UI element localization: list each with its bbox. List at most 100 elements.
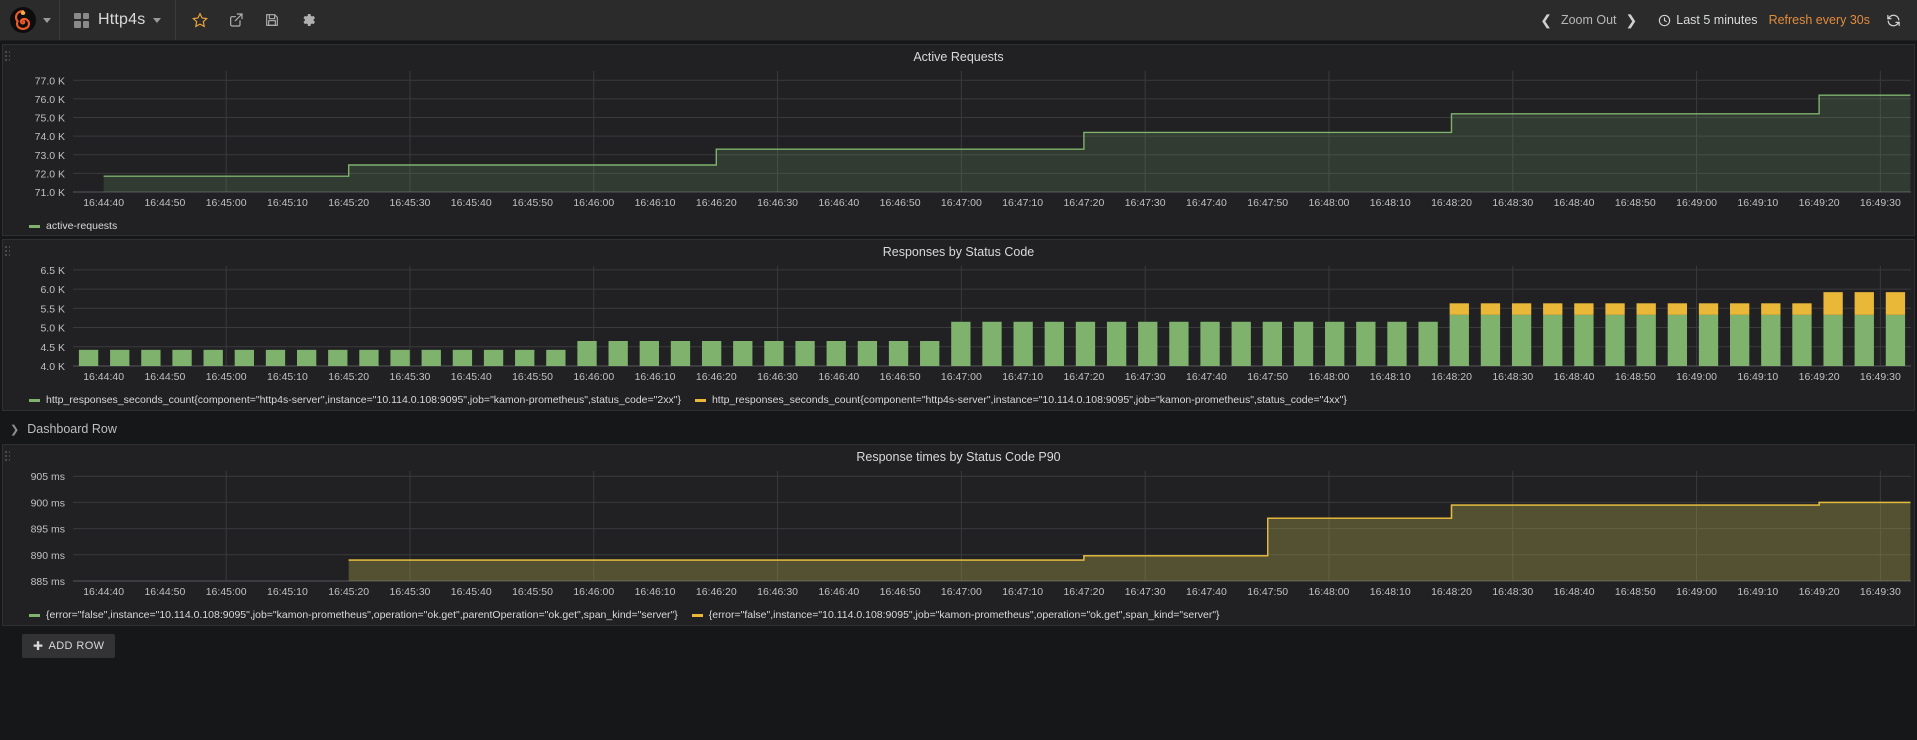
svg-text:16:46:00: 16:46:00 — [573, 586, 614, 598]
svg-text:16:47:30: 16:47:30 — [1125, 197, 1166, 209]
add-row-label: ADD ROW — [48, 640, 105, 652]
refresh-icon[interactable] — [1886, 13, 1901, 28]
svg-text:5.0 K: 5.0 K — [40, 323, 65, 335]
svg-text:16:46:20: 16:46:20 — [696, 586, 737, 598]
svg-text:16:49:30: 16:49:30 — [1860, 371, 1901, 383]
svg-text:16:46:00: 16:46:00 — [573, 197, 614, 209]
time-range-picker[interactable]: Last 5 minutes — [1658, 13, 1758, 27]
dashboard-grid-icon — [74, 12, 89, 28]
grafana-home-button[interactable] — [0, 0, 60, 40]
panel-active-requests[interactable]: Active Requests 71.0 K 72.0 K 73.0 K 74.0 K… — [2, 44, 1915, 236]
panel-drag-handle[interactable] — [5, 51, 10, 67]
svg-text:16:46:30: 16:46:30 — [757, 371, 798, 383]
svg-text:885 ms: 885 ms — [31, 576, 65, 588]
svg-text:16:45:00: 16:45:00 — [206, 586, 247, 598]
panel-drag-handle[interactable] — [5, 246, 10, 262]
svg-text:16:44:50: 16:44:50 — [144, 197, 185, 209]
svg-text:16:49:10: 16:49:10 — [1737, 371, 1778, 383]
zoom-out-button[interactable]: Zoom Out — [1561, 13, 1617, 27]
svg-text:16:48:30: 16:48:30 — [1492, 371, 1533, 383]
plot-response-times-p90: 885 ms 890 ms 895 ms 900 ms 905 ms 16:44:40 16… — [3, 467, 1914, 606]
add-row-button[interactable]: ✚ ADD ROW — [22, 634, 116, 658]
svg-text:16:48:40: 16:48:40 — [1554, 586, 1595, 598]
svg-text:16:48:30: 16:48:30 — [1492, 586, 1533, 598]
svg-text:16:45:20: 16:45:20 — [328, 586, 369, 598]
svg-text:16:48:00: 16:48:00 — [1309, 586, 1350, 598]
svg-text:16:47:10: 16:47:10 — [1002, 586, 1043, 598]
svg-text:16:45:40: 16:45:40 — [451, 586, 492, 598]
dashboard-row-title: Dashboard Row — [27, 422, 117, 436]
svg-text:16:48:10: 16:48:10 — [1370, 586, 1411, 598]
panel-responses-by-status-code[interactable]: Responses by Status Code 4.0 K 4.5 K 5.0 K… — [2, 239, 1915, 411]
svg-text:16:48:10: 16:48:10 — [1370, 197, 1411, 209]
svg-text:16:47:30: 16:47:30 — [1125, 371, 1166, 383]
svg-text:16:47:40: 16:47:40 — [1186, 586, 1227, 598]
svg-text:16:44:40: 16:44:40 — [83, 197, 124, 209]
svg-text:16:45:40: 16:45:40 — [451, 197, 492, 209]
legend-item[interactable]: http_responses_seconds_count{component="… — [694, 394, 1347, 406]
legend-color-swatch — [691, 613, 703, 617]
svg-text:16:46:30: 16:46:30 — [757, 586, 798, 598]
svg-text:16:46:10: 16:46:10 — [635, 197, 676, 209]
zoom-out-prev-icon[interactable]: ❮ — [1531, 12, 1561, 29]
svg-text:16:44:50: 16:44:50 — [144, 371, 185, 383]
svg-text:16:49:20: 16:49:20 — [1799, 197, 1840, 209]
svg-text:16:48:50: 16:48:50 — [1615, 371, 1656, 383]
svg-text:16:49:10: 16:49:10 — [1737, 197, 1778, 209]
legend-item[interactable]: http_responses_seconds_count{component="… — [29, 394, 681, 406]
svg-text:16:48:50: 16:48:50 — [1615, 197, 1656, 209]
svg-text:16:49:00: 16:49:00 — [1676, 371, 1717, 383]
save-icon[interactable] — [258, 6, 286, 34]
svg-text:16:46:20: 16:46:20 — [696, 371, 737, 383]
svg-text:4.5 K: 4.5 K — [40, 342, 65, 354]
chevron-down-icon — [153, 17, 162, 23]
svg-text:16:47:00: 16:47:00 — [941, 371, 982, 383]
svg-text:16:49:20: 16:49:20 — [1799, 586, 1840, 598]
settings-gear-icon[interactable] — [294, 6, 322, 34]
refresh-interval-label[interactable]: Refresh every 30s — [1769, 13, 1870, 27]
svg-text:16:49:00: 16:49:00 — [1676, 586, 1717, 598]
svg-text:16:44:40: 16:44:40 — [83, 371, 124, 383]
plot-active-requests: 71.0 K 72.0 K 73.0 K 74.0 K 75.0 K 76.0 K 77.0… — [3, 67, 1914, 217]
chevron-down-icon — [43, 17, 51, 23]
svg-text:900 ms: 900 ms — [31, 497, 65, 509]
dashboard-title: Http4s — [98, 11, 146, 28]
legend-item[interactable]: {error="false",instance="10.114.0.108:90… — [691, 609, 1220, 621]
svg-text:16:47:30: 16:47:30 — [1125, 586, 1166, 598]
svg-text:16:48:10: 16:48:10 — [1370, 371, 1411, 383]
panel-drag-handle[interactable] — [5, 451, 10, 467]
add-row-area: ✚ ADD ROW — [0, 626, 1917, 658]
grafana-logo-icon — [10, 7, 36, 33]
svg-text:16:48:20: 16:48:20 — [1431, 586, 1472, 598]
svg-text:16:46:30: 16:46:30 — [757, 197, 798, 209]
dashboard-row-collapsed[interactable]: ❯ Dashboard Row — [2, 417, 1915, 441]
svg-text:16:48:00: 16:48:00 — [1309, 371, 1350, 383]
legend-series-label: http_responses_seconds_count{component="… — [46, 394, 681, 406]
legend-series-label: {error="false",instance="10.114.0.108:90… — [46, 609, 678, 621]
svg-text:16:49:20: 16:49:20 — [1799, 371, 1840, 383]
share-icon[interactable] — [222, 6, 250, 34]
svg-text:72.0 K: 72.0 K — [35, 168, 65, 180]
legend-item[interactable]: active-requests — [29, 220, 117, 232]
panel-response-times-p90[interactable]: Response times by Status Code P90 885 ms… — [2, 444, 1915, 626]
legend-color-swatch — [694, 398, 706, 402]
zoom-out-next-icon[interactable]: ❯ — [1617, 12, 1647, 29]
svg-text:16:45:40: 16:45:40 — [451, 371, 492, 383]
svg-text:16:49:10: 16:49:10 — [1737, 586, 1778, 598]
svg-text:16:48:20: 16:48:20 — [1431, 371, 1472, 383]
dashboard-picker[interactable]: Http4s — [60, 0, 177, 40]
legend-color-swatch — [29, 613, 40, 617]
legend-item[interactable]: {error="false",instance="10.114.0.108:90… — [29, 609, 678, 621]
legend-series-label: active-requests — [46, 220, 118, 232]
svg-text:16:45:20: 16:45:20 — [328, 197, 369, 209]
svg-text:16:46:40: 16:46:40 — [818, 586, 859, 598]
star-icon[interactable] — [186, 6, 214, 34]
svg-text:16:48:20: 16:48:20 — [1431, 197, 1472, 209]
svg-text:16:45:10: 16:45:10 — [267, 371, 308, 383]
dashboard-toolbar — [176, 0, 332, 40]
svg-text:16:47:20: 16:47:20 — [1063, 586, 1104, 598]
legend-series-label: http_responses_seconds_count{component="… — [711, 394, 1347, 406]
svg-text:16:45:30: 16:45:30 — [390, 371, 431, 383]
plus-icon: ✚ — [33, 639, 44, 653]
svg-text:16:47:20: 16:47:20 — [1063, 197, 1104, 209]
